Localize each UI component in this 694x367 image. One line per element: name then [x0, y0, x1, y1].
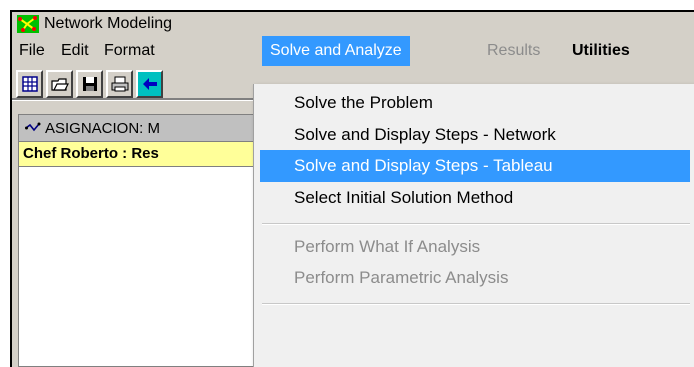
save-disk-icon[interactable]: [76, 70, 103, 98]
open-folder-icon[interactable]: [46, 70, 73, 98]
document-icon: [25, 122, 41, 132]
arrow-icon[interactable]: [136, 70, 163, 98]
child-window-title: ASIGNACION: M: [45, 119, 161, 137]
menu-bar: File Edit Format Solve and Analyze Resul…: [12, 36, 694, 66]
menu-separator: [262, 303, 690, 305]
menu-item-solve-display-tableau[interactable]: Solve and Display Steps - Tableau: [260, 150, 690, 182]
print-icon[interactable]: [106, 70, 133, 98]
window-border-left: [10, 10, 12, 367]
menu-solve-and-analyze[interactable]: Solve and Analyze: [262, 36, 410, 66]
menu-item-solve-display-network[interactable]: Solve and Display Steps - Network: [260, 119, 690, 151]
window-border-top: [10, 10, 694, 12]
menu-separator: [262, 223, 690, 225]
menu-file[interactable]: File: [19, 36, 45, 66]
menu-item-what-if-analysis[interactable]: Perform What If Analysis: [260, 231, 690, 263]
new-table-icon[interactable]: [16, 70, 43, 98]
menu-format[interactable]: Format: [104, 36, 155, 66]
menu-item-select-initial-method[interactable]: Select Initial Solution Method: [260, 182, 690, 214]
menu-utilities[interactable]: Utilities: [572, 36, 630, 66]
network-app-icon: [17, 15, 39, 33]
title-bar: Network Modeling: [12, 12, 694, 36]
menu-item-parametric-analysis[interactable]: Perform Parametric Analysis: [260, 262, 690, 294]
menu-item-solve-problem[interactable]: Solve the Problem: [260, 87, 690, 119]
window-title: Network Modeling: [44, 15, 173, 32]
menu-edit[interactable]: Edit: [61, 36, 89, 66]
solve-menu-dropdown: Solve the Problem Solve and Display Step…: [253, 84, 694, 367]
menu-results[interactable]: Results: [487, 36, 540, 66]
